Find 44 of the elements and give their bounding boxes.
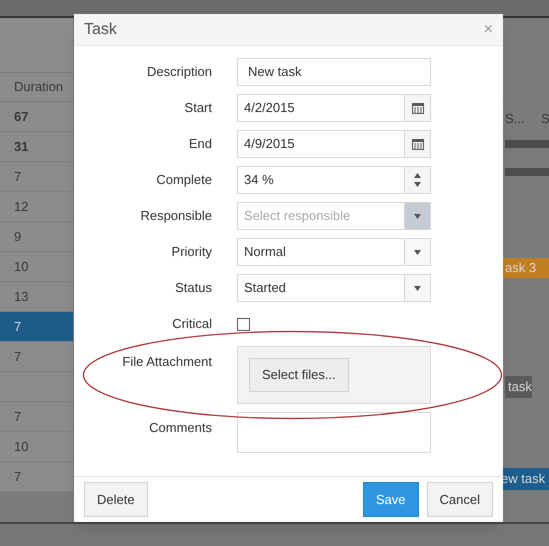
table-cell-text: 9 [14,228,22,246]
table-cell-text: 13 [14,288,28,306]
field-label: End [188,135,212,154]
field-label: Comments [149,419,212,437]
date-field[interactable]: 4/2/2015 [237,94,431,122]
date-field[interactable]: 4/9/2015 [237,130,431,158]
dialog-title: Task [84,20,117,40]
summary-bar [505,168,549,176]
calendar-icon[interactable] [412,102,424,114]
caret-icon [414,286,421,290]
table-cell-text: 10 [14,258,28,276]
select-files-button[interactable]: Select files... [249,358,349,392]
text-field[interactable]: New task [237,58,431,86]
table-cell-text: 12 [14,198,28,216]
dropdown[interactable]: Started [237,274,431,302]
task-bar[interactable]: task [505,376,532,398]
table-cell-text: 7 [14,348,22,366]
spin-up-icon[interactable] [414,173,421,178]
spin-down-icon[interactable] [414,182,421,187]
text-area[interactable] [237,412,431,453]
field-label: Complete [156,171,212,190]
field-label: Priority [172,243,212,262]
field-label: File Attachment [122,353,212,371]
field-label: Status [175,279,212,298]
dialog-button[interactable]: Delete [84,482,148,517]
table-cell-text: 7 [14,408,22,426]
table-cell-text: 31 [14,138,28,156]
caret-icon [414,214,421,218]
dialog-button[interactable]: Cancel [426,482,493,517]
dropdown[interactable]: Normal [237,238,431,266]
table-cell-text: 7 [14,318,22,336]
checkbox[interactable] [237,318,250,330]
table-cell-text: 10 [14,438,28,456]
table-cell-text: 67 [14,108,28,126]
numeric-field[interactable]: 34 % [237,166,431,194]
table-cell-text: 7 [14,468,22,486]
field-label: Critical [172,315,212,334]
calendar-icon[interactable] [412,138,424,150]
field-label: Description [146,63,212,82]
summary-bar [505,140,549,148]
field-label: Responsible [140,207,212,226]
caret-icon [414,250,421,254]
field-label: Start [184,99,212,118]
table-cell-text: 7 [14,168,22,186]
